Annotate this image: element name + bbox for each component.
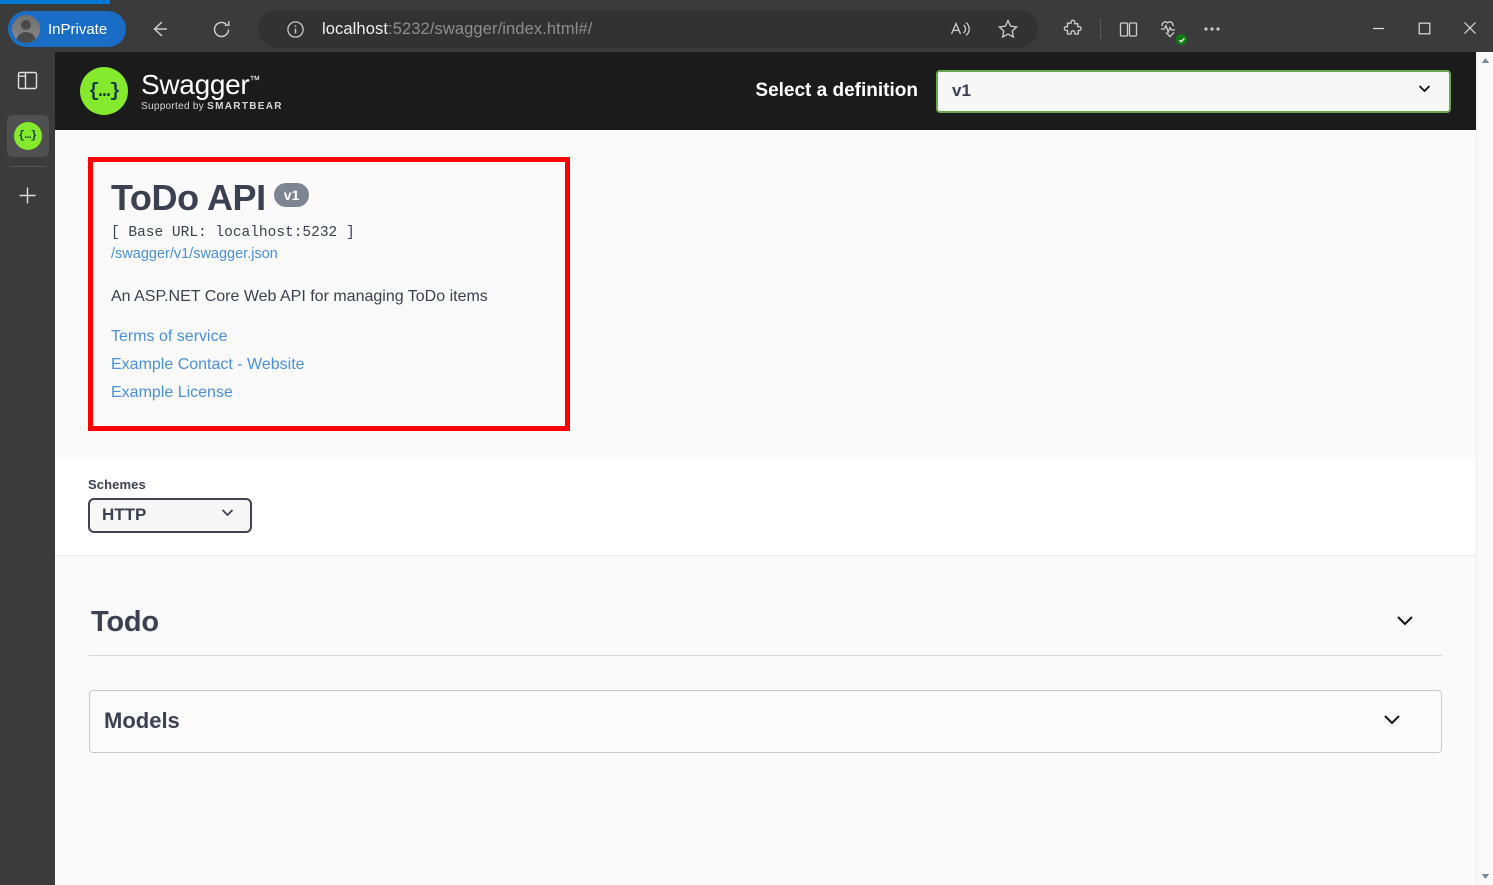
split-screen-icon[interactable] xyxy=(1113,14,1143,44)
browser-left-rail: {…} xyxy=(0,52,55,885)
definition-label: Select a definition xyxy=(755,80,918,102)
api-sections: Todo Models xyxy=(55,598,1476,753)
info-circle-icon[interactable] xyxy=(284,18,306,40)
supported-by-text: Supported by SMARTBEAR xyxy=(141,101,283,112)
address-text: localhost:5232/swagger/index.html#/ xyxy=(322,20,592,39)
tag-title: Todo xyxy=(91,606,159,639)
scroll-up-arrow-icon[interactable] xyxy=(1477,52,1493,69)
definition-selector-area: Select a definition v1 xyxy=(755,70,1451,113)
page-title: ToDo API xyxy=(111,179,266,217)
version-badge: v1 xyxy=(274,183,310,207)
address-bar-actions xyxy=(930,10,1038,48)
star-icon[interactable] xyxy=(993,14,1023,44)
browser-essentials-icon[interactable] xyxy=(1155,14,1185,44)
scroll-down-arrow-icon[interactable] xyxy=(1477,868,1493,885)
supported-by-prefix: Supported by xyxy=(141,101,207,112)
trademark-mark: ™ xyxy=(249,75,260,87)
chrome-right-actions xyxy=(1058,10,1227,48)
tab-strip-accent xyxy=(0,0,110,4)
contact-link[interactable]: Example Contact - Website xyxy=(111,356,547,374)
avatar xyxy=(12,15,40,43)
rail-active-indicator: {…} xyxy=(7,115,49,157)
chevron-down-icon xyxy=(1416,80,1433,102)
inprivate-label: InPrivate xyxy=(48,21,107,38)
reload-icon[interactable] xyxy=(205,13,237,45)
address-bar[interactable]: localhost:5232/swagger/index.html#/ xyxy=(258,10,1038,48)
minimize-icon[interactable] xyxy=(1355,6,1401,50)
maximize-icon[interactable] xyxy=(1401,6,1447,50)
api-info-highlight-box: ToDo API v1 [ Base URL: localhost:5232 ]… xyxy=(88,157,570,431)
plus-icon[interactable] xyxy=(0,167,55,223)
page-scrollbar[interactable] xyxy=(1476,52,1493,885)
api-links: Terms of service Example Contact - Websi… xyxy=(111,328,547,402)
swagger-json-link[interactable]: /swagger/v1/swagger.json xyxy=(111,246,547,262)
terms-of-service-link[interactable]: Terms of service xyxy=(111,328,547,346)
schemes-label: Schemes xyxy=(88,477,1443,492)
inprivate-profile-button[interactable]: InPrivate xyxy=(8,11,126,47)
schemes-select[interactable]: HTTP xyxy=(88,498,252,533)
swagger-logo-icon: {…} xyxy=(80,67,128,115)
url-path: :5232/swagger/index.html#/ xyxy=(388,20,592,38)
swagger-logo-text: Swagger™ xyxy=(141,70,283,99)
schemes-select-value: HTTP xyxy=(102,505,146,525)
definition-select-value: v1 xyxy=(952,81,971,101)
ellipsis-icon[interactable] xyxy=(1197,14,1227,44)
url-host: localhost xyxy=(322,20,388,38)
back-arrow-icon[interactable] xyxy=(143,13,175,45)
tab-pane-icon[interactable] xyxy=(0,52,55,108)
page-viewport: {…} Swagger™ Supported by SMARTBEAR Sele… xyxy=(55,52,1476,885)
window-controls xyxy=(1355,6,1493,50)
swagger-favicon: {…} xyxy=(14,122,42,150)
sidebar-item-swagger-site[interactable]: {…} xyxy=(0,108,55,164)
chevron-down-icon xyxy=(219,504,236,526)
tag-section-todo[interactable]: Todo xyxy=(80,598,1451,656)
models-section[interactable]: Models xyxy=(89,690,1442,753)
logo-word: Swagger xyxy=(141,69,249,100)
tag-header[interactable]: Todo xyxy=(89,598,1442,656)
supported-by-brand: SMARTBEAR xyxy=(207,101,283,112)
browser-chrome: InPrivate localhost:5232/swagger/index.h… xyxy=(0,0,1493,52)
read-aloud-icon[interactable] xyxy=(945,14,975,44)
close-icon[interactable] xyxy=(1447,6,1493,50)
swagger-logo[interactable]: {…} Swagger™ Supported by SMARTBEAR xyxy=(80,67,283,115)
license-link[interactable]: Example License xyxy=(111,384,547,402)
divider xyxy=(1100,19,1101,39)
swagger-topbar: {…} Swagger™ Supported by SMARTBEAR Sele… xyxy=(55,52,1476,130)
swagger-wordmark: Swagger™ Supported by SMARTBEAR xyxy=(141,70,283,111)
status-badge xyxy=(1176,34,1187,45)
models-title: Models xyxy=(104,708,180,734)
api-title-row: ToDo API v1 xyxy=(111,179,547,217)
api-description: An ASP.NET Core Web API for managing ToD… xyxy=(111,288,547,306)
schemes-band: Schemes HTTP xyxy=(55,459,1476,556)
puzzle-piece-icon[interactable] xyxy=(1058,14,1088,44)
base-url-text: [ Base URL: localhost:5232 ] xyxy=(111,225,547,241)
api-info-wrap: ToDo API v1 [ Base URL: localhost:5232 ]… xyxy=(55,157,1476,431)
definition-select[interactable]: v1 xyxy=(936,70,1451,113)
chevron-down-icon[interactable] xyxy=(1392,607,1418,638)
chevron-down-icon[interactable] xyxy=(1379,706,1405,737)
